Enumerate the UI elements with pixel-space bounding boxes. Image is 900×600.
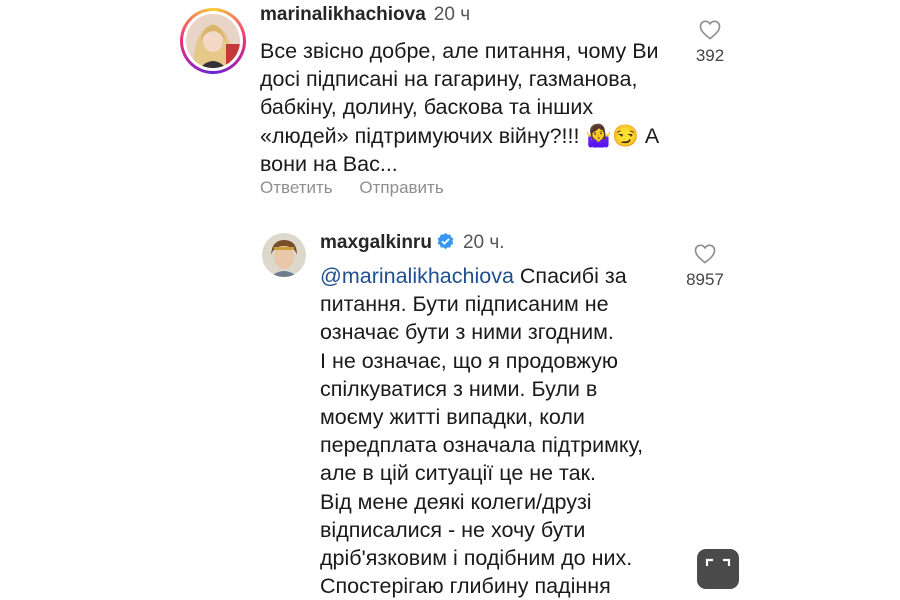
heart-outline-icon[interactable] <box>694 244 716 264</box>
reply-button[interactable]: Ответить <box>260 178 333 197</box>
comment-line: @marinalikhachiova Спасибі за <box>320 262 643 290</box>
comment-line: «людей» підтримуючих війну?!!! 🤷‍♀️😏 А <box>260 123 660 148</box>
comment-actions: Ответить Отправить <box>260 178 466 198</box>
like-control: 8957 <box>680 244 730 290</box>
expand-icon <box>705 558 731 566</box>
comment-line: передплата означала підтримку, <box>320 433 644 458</box>
heart-outline-icon[interactable] <box>699 20 721 40</box>
like-count: 8957 <box>686 270 724 289</box>
comment-line: питання. Бути підписаним не <box>320 292 609 317</box>
comment-username[interactable]: maxgalkinru <box>320 232 432 253</box>
comment-username[interactable]: marinalikhachiova <box>260 4 426 25</box>
comment-time: 20 ч. <box>462 232 505 253</box>
like-control: 392 <box>685 20 735 66</box>
comment-line: означає бути з ними згодним. <box>320 320 614 345</box>
send-button[interactable]: Отправить <box>359 178 443 197</box>
comment-line: вони на Вас... <box>260 151 398 176</box>
comment-line: але в цій ситуації це не так. <box>320 461 597 486</box>
verified-badge-icon <box>437 232 454 250</box>
avatar-story-ring[interactable] <box>180 8 246 74</box>
comment-header: maxgalkinru 20 ч. <box>320 232 505 254</box>
comment-line: І не означає, що я продовжую <box>320 348 619 373</box>
comment-text: Все звісно добре, але питання, чому Ви д… <box>260 37 659 178</box>
comment-line-rest: Спасибі за <box>513 264 627 288</box>
comment-line: бабкіну, долину, баскова та інших <box>260 95 594 120</box>
avatar[interactable] <box>262 233 306 277</box>
avatar[interactable] <box>186 14 240 68</box>
comment-line: досі підписані на гагарину, газманова, <box>260 67 638 92</box>
comment-header: marinalikhachiova 20 ч <box>260 4 470 26</box>
comment-line: Від мене деякі колеги/друзі <box>320 489 592 514</box>
like-count: 392 <box>695 46 725 65</box>
comment-line: спілкуватися з ними. Були в <box>320 376 598 401</box>
comment-line: Все звісно добре, але питання, чому Ви <box>260 39 659 63</box>
comment-line: моєму житті випадки, коли <box>320 405 585 430</box>
comment-line: Спостерігаю глибину падіння <box>320 574 611 599</box>
mention-link[interactable]: @marinalikhachiova <box>320 264 514 288</box>
comment-line: відписалися - не хочу бути <box>320 517 586 542</box>
expand-button[interactable] <box>697 549 739 589</box>
comment-line: дріб'язковим і подібним до них. <box>320 546 633 571</box>
comment-text: @marinalikhachiova Спасибі за питання. Б… <box>320 262 643 600</box>
comment-time: 20 ч <box>433 4 471 25</box>
